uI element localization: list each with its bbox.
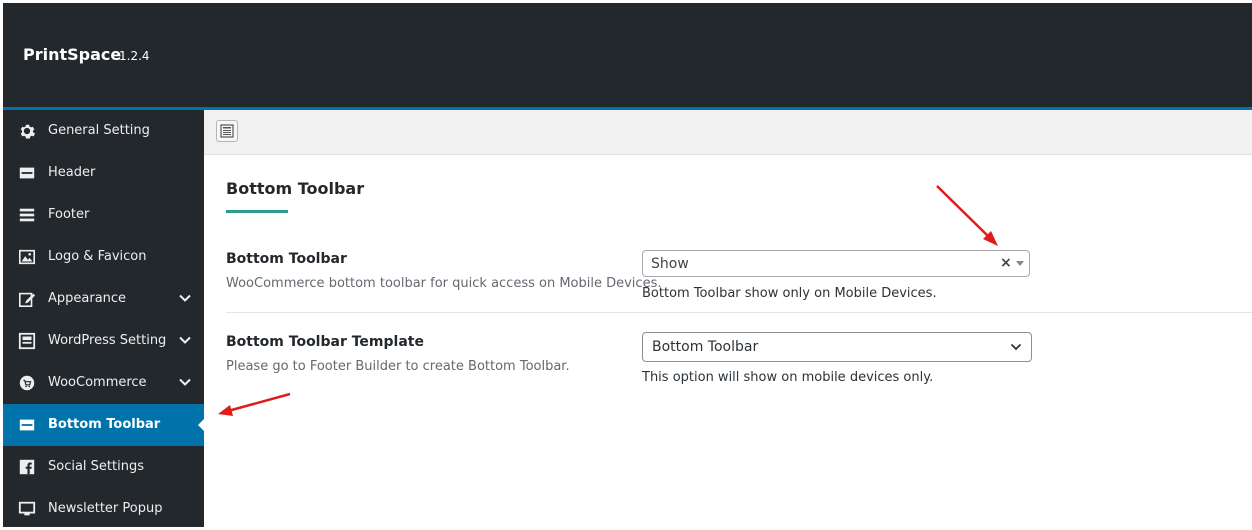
sidebar-item-label: WooCommerce bbox=[48, 375, 147, 390]
annotation-arrow-to-sidebar bbox=[218, 392, 291, 416]
select-value: Show bbox=[651, 256, 689, 272]
setting-label-bottom-toolbar: Bottom Toolbar bbox=[226, 251, 347, 267]
chevron-down-icon[interactable] bbox=[178, 375, 192, 389]
setting-help-bottom-toolbar-template: This option will show on mobile devices … bbox=[642, 370, 934, 385]
chevron-down-icon[interactable] bbox=[178, 291, 192, 305]
title-underline bbox=[226, 210, 288, 213]
cart-icon bbox=[19, 375, 35, 391]
select-value: Bottom Toolbar bbox=[652, 339, 759, 355]
sidebar-item-wordpress-setting[interactable]: WordPress Setting bbox=[3, 320, 204, 362]
app-header: PrintSpace 1.2.4 bbox=[3, 3, 1252, 110]
sidebar-item-label: Header bbox=[48, 165, 96, 180]
sidebar-item-label: Social Settings bbox=[48, 459, 144, 474]
sidebar-item-woocommerce[interactable]: WooCommerce bbox=[3, 362, 204, 404]
sidebar-item-newsletter-popup[interactable]: Newsletter Popup bbox=[3, 488, 204, 530]
sidebar: General Setting Header Footer Logo & Fav… bbox=[3, 110, 205, 530]
toolbar-icon bbox=[19, 419, 35, 431]
page-layout-icon bbox=[220, 124, 234, 138]
sidebar-item-label: WordPress Setting bbox=[48, 333, 167, 348]
clear-selection-icon[interactable]: × bbox=[1000, 255, 1012, 271]
menu-lines-icon bbox=[19, 208, 35, 222]
sidebar-item-appearance[interactable]: Appearance bbox=[3, 278, 204, 320]
gear-icon bbox=[20, 124, 36, 139]
settings-divider bbox=[226, 312, 1252, 313]
setting-description-bottom-toolbar: WooCommerce bottom toolbar for quick acc… bbox=[226, 276, 662, 291]
edit-icon bbox=[18, 292, 36, 308]
app-name: PrintSpace bbox=[23, 45, 122, 64]
chevron-down-icon[interactable] bbox=[178, 333, 192, 347]
sidebar-item-social-settings[interactable]: Social Settings bbox=[3, 446, 204, 488]
section-title: Bottom Toolbar bbox=[226, 179, 365, 198]
sidebar-item-label: General Setting bbox=[48, 123, 150, 138]
setting-help-bottom-toolbar: Bottom Toolbar show only on Mobile Devic… bbox=[642, 286, 937, 301]
sidebar-item-label: Logo & Favicon bbox=[48, 249, 147, 264]
facebook-icon bbox=[19, 459, 35, 475]
header-icon bbox=[19, 167, 35, 179]
layout-icon bbox=[18, 332, 36, 350]
sidebar-item-label: Newsletter Popup bbox=[48, 501, 163, 516]
chevron-down-icon bbox=[1010, 343, 1022, 351]
sidebar-item-header[interactable]: Header bbox=[3, 152, 204, 194]
annotation-arrow-to-select bbox=[936, 185, 998, 246]
dropdown-arrow-icon[interactable] bbox=[1016, 261, 1024, 266]
monitor-icon bbox=[18, 501, 36, 516]
page-layout-button[interactable] bbox=[216, 120, 238, 142]
image-icon bbox=[18, 249, 36, 265]
sidebar-item-label: Footer bbox=[48, 207, 90, 222]
active-pointer bbox=[198, 418, 205, 432]
sidebar-item-general-setting[interactable]: General Setting bbox=[3, 110, 204, 152]
content-toolbar bbox=[204, 110, 1252, 155]
bottom-toolbar-select[interactable]: Show × bbox=[642, 250, 1030, 277]
sidebar-item-logo-favicon[interactable]: Logo & Favicon bbox=[3, 236, 204, 278]
sidebar-item-footer[interactable]: Footer bbox=[3, 194, 204, 236]
sidebar-item-label: Bottom Toolbar bbox=[48, 417, 161, 432]
bottom-toolbar-template-select[interactable]: Bottom Toolbar bbox=[642, 332, 1032, 362]
app-version: 1.2.4 bbox=[119, 49, 150, 63]
setting-description-bottom-toolbar-template: Please go to Footer Builder to create Bo… bbox=[226, 359, 570, 374]
sidebar-item-bottom-toolbar[interactable]: Bottom Toolbar bbox=[3, 404, 205, 446]
setting-label-bottom-toolbar-template: Bottom Toolbar Template bbox=[226, 334, 424, 350]
sidebar-item-label: Appearance bbox=[48, 291, 127, 306]
